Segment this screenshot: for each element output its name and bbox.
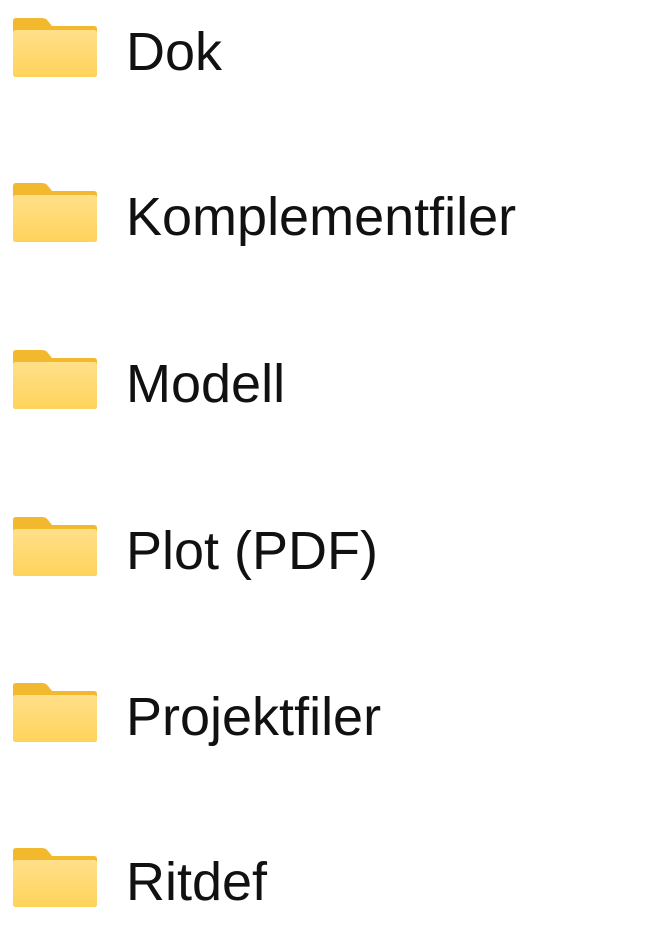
folder-item-projektfiler[interactable]: Projektfiler (0, 659, 649, 779)
folder-icon (12, 681, 98, 743)
folder-list: Dok Komplementfiler Modell Plot (PDF) Pr… (0, 0, 649, 912)
folder-label: Komplementfiler (126, 187, 517, 247)
folder-item-dok[interactable]: Dok (0, 0, 649, 114)
folder-icon (12, 348, 98, 410)
folder-label: Dok (126, 22, 223, 82)
folder-item-ritdef[interactable]: Ritdef (0, 824, 649, 944)
folder-label: Plot (PDF) (126, 521, 379, 581)
folder-icon (12, 846, 98, 908)
folder-icon (12, 16, 98, 78)
folder-item-plot-pdf[interactable]: Plot (PDF) (0, 493, 649, 613)
folder-item-modell[interactable]: Modell (0, 326, 649, 446)
folder-label: Projektfiler (126, 687, 382, 747)
folder-icon (12, 515, 98, 577)
folder-icon (12, 181, 98, 243)
folder-label: Modell (126, 354, 286, 414)
folder-item-komplementfiler[interactable]: Komplementfiler (0, 159, 649, 279)
folder-label: Ritdef (126, 852, 268, 912)
